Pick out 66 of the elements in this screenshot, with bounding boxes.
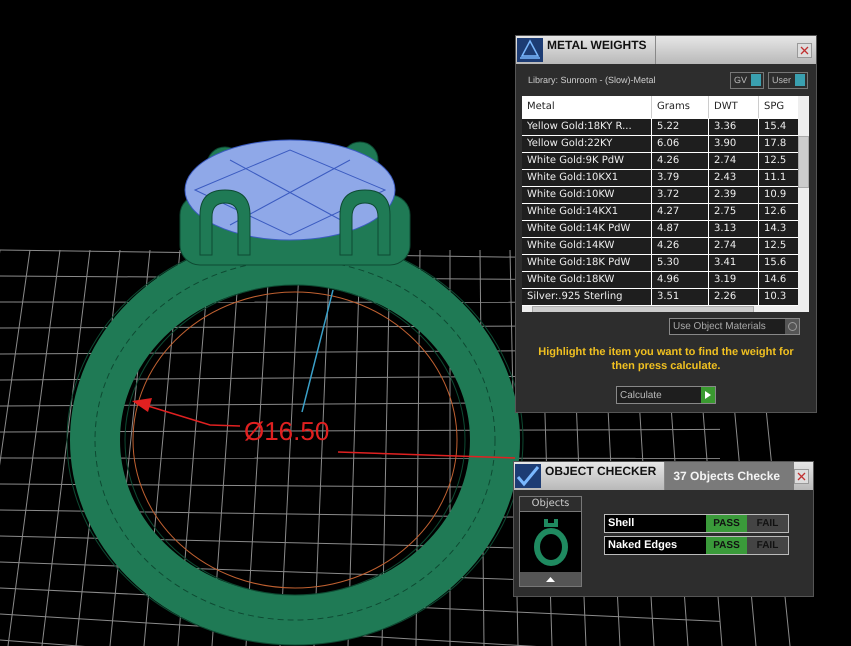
table-cell: White Gold:14KW bbox=[522, 238, 652, 254]
table-cell: White Gold:14KX1 bbox=[522, 204, 652, 220]
use-object-materials-checkbox[interactable]: Use Object Materials bbox=[669, 318, 800, 335]
table-cell: 10.9 bbox=[759, 187, 798, 203]
table-cell: Yellow Gold:22KY bbox=[522, 136, 652, 152]
table-cell: 2.39 bbox=[709, 187, 759, 203]
play-icon bbox=[701, 387, 715, 403]
check-name: Shell bbox=[607, 516, 636, 531]
vertical-scrollbar[interactable] bbox=[798, 96, 809, 312]
toggle-button[interactable]: GV bbox=[730, 72, 764, 88]
ring-thumbnail-icon bbox=[534, 517, 568, 567]
table-cell: 15.4 bbox=[759, 119, 798, 135]
pass-indicator: PASS bbox=[706, 515, 747, 532]
table-cell: 2.74 bbox=[709, 238, 759, 254]
table-cell: 3.90 bbox=[709, 136, 759, 152]
up-arrow-icon bbox=[546, 576, 555, 582]
table-cell: 5.22 bbox=[652, 119, 709, 135]
table-cell: 3.36 bbox=[709, 119, 759, 135]
table-cell: 11.1 bbox=[759, 170, 798, 186]
close-icon bbox=[800, 46, 809, 54]
close-icon bbox=[797, 472, 806, 480]
table-cell: Silver:.925 Sterling bbox=[522, 289, 652, 305]
close-button[interactable] bbox=[794, 468, 809, 484]
close-button[interactable] bbox=[797, 42, 812, 58]
instruction-text: Highlight the item you want to find the weight for then press calculate. bbox=[537, 345, 795, 373]
table-cell: 2.43 bbox=[709, 170, 759, 186]
table-cell: 3.13 bbox=[709, 221, 759, 237]
table-cell: 3.79 bbox=[652, 170, 709, 186]
scroll-up-button[interactable] bbox=[520, 572, 581, 586]
table-cell: 3.51 bbox=[652, 289, 709, 305]
table-cell: 4.87 bbox=[652, 221, 709, 237]
table-cell: 4.27 bbox=[652, 204, 709, 220]
table-cell: 2.26 bbox=[709, 289, 759, 305]
table-cell: 4.96 bbox=[652, 272, 709, 288]
toggle-button[interactable]: User bbox=[768, 72, 808, 88]
table-cell: 6.06 bbox=[652, 136, 709, 152]
table-cell: 3.41 bbox=[709, 255, 759, 271]
checkmark-icon bbox=[515, 464, 541, 488]
table-cell: 12.5 bbox=[759, 238, 798, 254]
table-cell: White Gold:18KW bbox=[522, 272, 652, 288]
calculate-button[interactable]: Calculate bbox=[616, 386, 716, 404]
check-name: Naked Edges bbox=[607, 538, 678, 553]
table-cell: 14.6 bbox=[759, 272, 798, 288]
table-cell: 17.8 bbox=[759, 136, 798, 152]
table-cell: 12.5 bbox=[759, 153, 798, 169]
table-cell: 4.26 bbox=[652, 153, 709, 169]
table-cell: 10.3 bbox=[759, 289, 798, 305]
table-cell: 2.74 bbox=[709, 153, 759, 169]
table-cell: 15.6 bbox=[759, 255, 798, 271]
table-cell: White Gold:10KW bbox=[522, 187, 652, 203]
table-cell: 4.26 bbox=[652, 238, 709, 254]
table-cell: White Gold:18K PdW bbox=[522, 255, 652, 271]
table-cell: 2.75 bbox=[709, 204, 759, 220]
pass-indicator: PASS bbox=[706, 537, 747, 554]
table-cell: 3.72 bbox=[652, 187, 709, 203]
panel-title: METAL WEIGHTS bbox=[547, 36, 656, 64]
table-cell: Yellow Gold:18KY R... bbox=[522, 119, 652, 135]
table-cell: 3.19 bbox=[709, 272, 759, 288]
table-cell: 12.6 bbox=[759, 204, 798, 220]
table-cell: White Gold:10KX1 bbox=[522, 170, 652, 186]
library-label: Library: Sunroom - (Slow)-Metal bbox=[528, 75, 656, 85]
table-cell: White Gold:9K PdW bbox=[522, 153, 652, 169]
table-cell: 14.3 bbox=[759, 221, 798, 237]
table-cell: White Gold:14K PdW bbox=[522, 221, 652, 237]
table-cell: 5.30 bbox=[652, 255, 709, 271]
objects-checked-status: 37 Objects Checke bbox=[673, 469, 780, 483]
